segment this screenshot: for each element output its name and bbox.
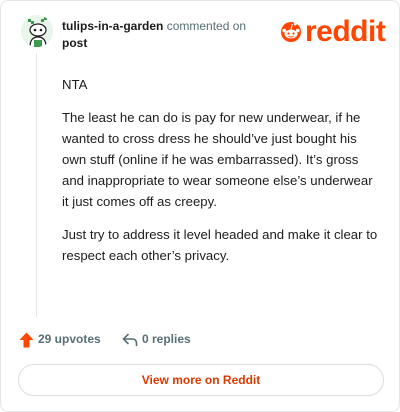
comment-paragraph: NTA: [62, 77, 88, 92]
comment-author[interactable]: tulips-in-a-garden: [62, 19, 163, 33]
embedded-comment-card: tulips-in-a-garden commented on post red…: [0, 0, 400, 412]
view-more-button[interactable]: View more on Reddit: [18, 364, 384, 396]
comment-body: NTA The least he can do is pay for new u…: [62, 74, 380, 278]
comment-byline: tulips-in-a-garden commented on post: [62, 18, 272, 52]
upvote-count[interactable]: 29 upvotes: [38, 332, 101, 346]
post-link[interactable]: post: [62, 35, 272, 52]
reddit-logo-icon: [281, 22, 301, 42]
upvote-arrow-icon[interactable]: [19, 332, 34, 348]
comment-actions: 29 upvotes 0 replies: [19, 330, 319, 350]
reply-count[interactable]: 0 replies: [142, 332, 191, 346]
comment-paragraph: The least he can do is pay for new under…: [62, 110, 373, 209]
reply-arrow-icon[interactable]: [122, 333, 138, 347]
reddit-wordmark: reddit: [305, 15, 386, 48]
thread-line: [36, 53, 37, 317]
comment-action-text: commented on: [166, 19, 247, 33]
user-avatar-icon[interactable]: [21, 15, 53, 47]
comment-header: tulips-in-a-garden commented on post red…: [21, 15, 386, 55]
reddit-logo[interactable]: reddit: [279, 15, 386, 48]
comment-paragraph: Just try to address it level headed and …: [62, 227, 378, 263]
